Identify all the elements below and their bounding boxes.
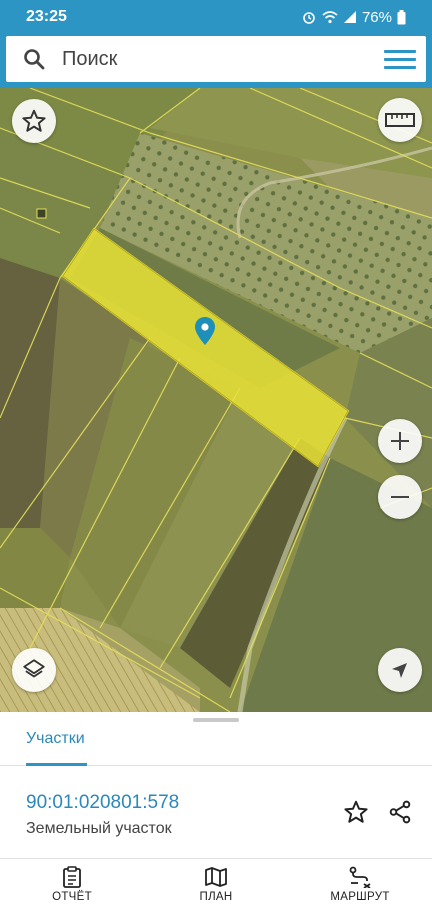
bottom-sheet: Участки 90:01:020801:578 Земельный участ… [0, 712, 432, 860]
bottom-navigation: ОТЧЁТ ПЛАН МАРШРУТ [0, 858, 432, 910]
star-outline-icon [344, 800, 368, 823]
layers-icon [23, 659, 45, 678]
search-icon[interactable] [6, 48, 62, 70]
nav-route-label: МАРШРУТ [330, 891, 390, 903]
zoom-in-icon [391, 432, 409, 450]
ruler-icon [385, 113, 415, 127]
share-button[interactable] [384, 796, 416, 828]
map-terrain [0, 88, 432, 712]
search-box[interactable] [6, 36, 426, 82]
battery-icon [397, 9, 406, 24]
zoom-in-button[interactable] [378, 419, 422, 463]
search-bar [0, 34, 432, 88]
nav-report-label: ОТЧЁТ [52, 891, 92, 903]
nav-route[interactable]: МАРШРУТ [288, 859, 432, 910]
status-time: 23:25 [26, 8, 67, 25]
tab-parcels[interactable]: Участки [26, 726, 85, 766]
parcel-type: Земельный участок [26, 820, 172, 837]
wifi-icon [322, 11, 338, 24]
parcel-list-item[interactable]: 90:01:020801:578 Земельный участок [0, 778, 432, 848]
navigation-arrow-icon [392, 663, 407, 678]
zoom-out-button[interactable] [378, 475, 422, 519]
tab-active-indicator [26, 763, 87, 766]
signal-icon [343, 11, 356, 23]
sheet-tabs: Участки [0, 726, 432, 766]
map-icon [205, 867, 227, 887]
location-pin-icon[interactable] [194, 316, 216, 346]
tab-parcels-label: Участки [26, 730, 85, 747]
ruler-button[interactable] [378, 98, 422, 142]
clipboard-icon [63, 866, 81, 888]
layers-button[interactable] [12, 648, 56, 692]
favorites-star-button[interactable] [12, 99, 56, 143]
route-icon [349, 866, 371, 888]
nav-plan-label: ПЛАН [199, 891, 233, 903]
star-outline-icon [22, 109, 46, 132]
nav-plan[interactable]: ПЛАН [144, 859, 288, 910]
zoom-out-icon [391, 496, 409, 498]
sheet-drag-handle[interactable] [193, 718, 239, 722]
battery-percent: 76% [361, 8, 392, 26]
satellite-map[interactable] [0, 88, 432, 712]
parcel-cadastral-number[interactable]: 90:01:020801:578 [26, 792, 179, 814]
nav-report[interactable]: ОТЧЁТ [0, 859, 144, 910]
status-icons: 76% [301, 9, 406, 26]
share-icon [389, 800, 411, 824]
search-input[interactable] [62, 47, 362, 71]
alarm-icon [303, 12, 315, 24]
app-screen: 23:25 76% Поиск Участки 90:01:020801:578… [0, 0, 432, 910]
my-location-button[interactable] [378, 648, 422, 692]
favorite-button[interactable] [340, 796, 372, 828]
hamburger-menu-icon[interactable] [384, 44, 416, 74]
status-bar: 23:25 76% [0, 0, 432, 34]
